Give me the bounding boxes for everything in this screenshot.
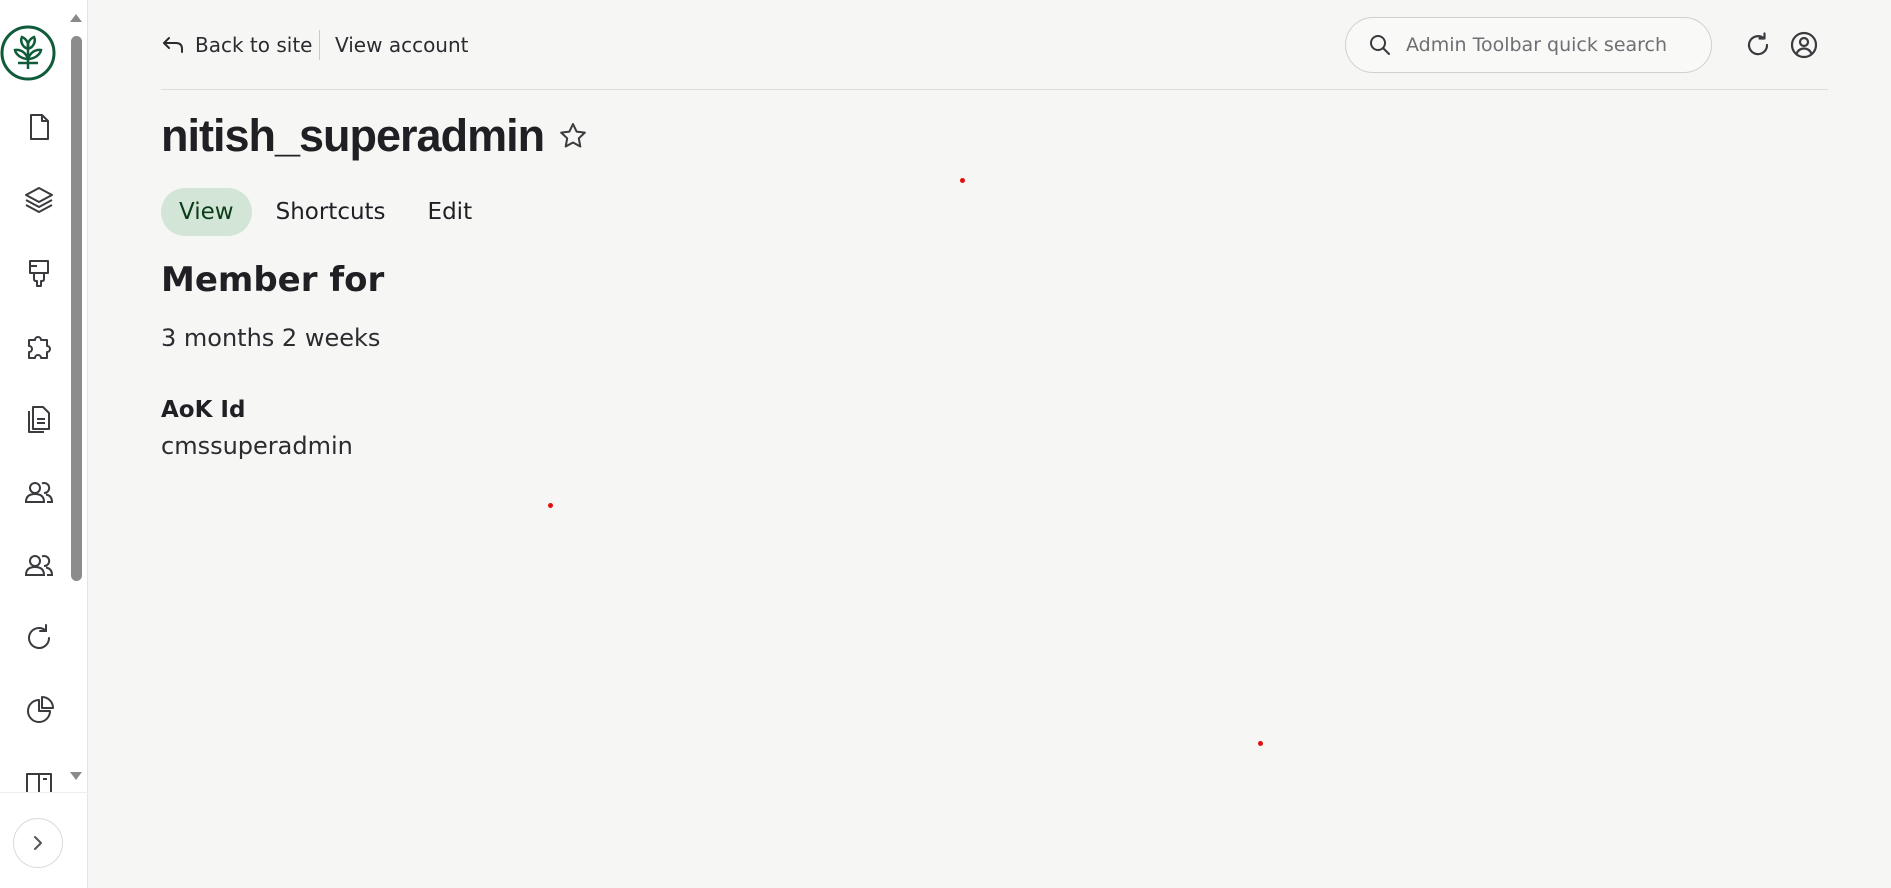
user-account-icon[interactable]	[1789, 30, 1819, 60]
document-icon[interactable]	[20, 108, 58, 146]
book-icon[interactable]	[20, 765, 58, 792]
return-arrow-icon	[163, 37, 183, 53]
puzzle-icon[interactable]	[20, 327, 58, 365]
tab-shortcuts[interactable]: Shortcuts	[258, 188, 404, 236]
plant-logo-icon[interactable]	[0, 25, 56, 81]
search-icon	[1370, 35, 1390, 55]
tab-view[interactable]: View	[161, 188, 252, 236]
star-icon[interactable]	[558, 121, 588, 151]
marker-dot	[1258, 741, 1263, 746]
sidebar-scroll-area[interactable]	[0, 0, 88, 792]
page-title: nitish_superadmin	[161, 110, 545, 161]
scroll-down-arrow[interactable]	[70, 772, 82, 780]
aok-id-value: cmssuperadmin	[161, 432, 353, 460]
member-for-heading: Member for	[161, 260, 385, 300]
sidebar-divider	[0, 792, 88, 793]
marker-dot	[548, 503, 553, 508]
pie-chart-icon[interactable]	[20, 692, 58, 730]
admin-topbar: Back to site View account	[161, 16, 1828, 90]
scroll-up-arrow[interactable]	[70, 14, 82, 22]
view-account-link[interactable]: View account	[335, 30, 469, 60]
refresh-icon[interactable]	[20, 619, 58, 657]
reports-icon[interactable]	[20, 400, 58, 438]
people-icon[interactable]	[20, 546, 58, 584]
page-title-row: nitish_superadmin	[161, 108, 588, 164]
aok-id-label: AoK Id	[161, 397, 246, 423]
expand-sidebar-button[interactable]	[13, 818, 63, 868]
layers-icon[interactable]	[20, 181, 58, 219]
admin-sidebar	[0, 0, 88, 888]
quick-search-box[interactable]	[1345, 17, 1712, 73]
refresh-icon[interactable]	[1743, 30, 1773, 60]
back-to-site-label: Back to site	[195, 33, 313, 57]
local-tabs: View Shortcuts Edit	[161, 188, 490, 236]
people-icon[interactable]	[20, 473, 58, 511]
member-for-value: 3 months 2 weeks	[161, 324, 381, 352]
chevron-right-icon	[34, 836, 42, 850]
sidebar-scrollbar-thumb[interactable]	[71, 36, 82, 581]
tab-edit[interactable]: Edit	[410, 188, 491, 236]
paint-brush-icon[interactable]	[20, 254, 58, 292]
quick-search-input[interactable]	[1406, 34, 1696, 56]
topbar-separator	[319, 30, 320, 60]
marker-dot	[960, 178, 965, 183]
back-to-site-link[interactable]: Back to site	[161, 30, 312, 60]
